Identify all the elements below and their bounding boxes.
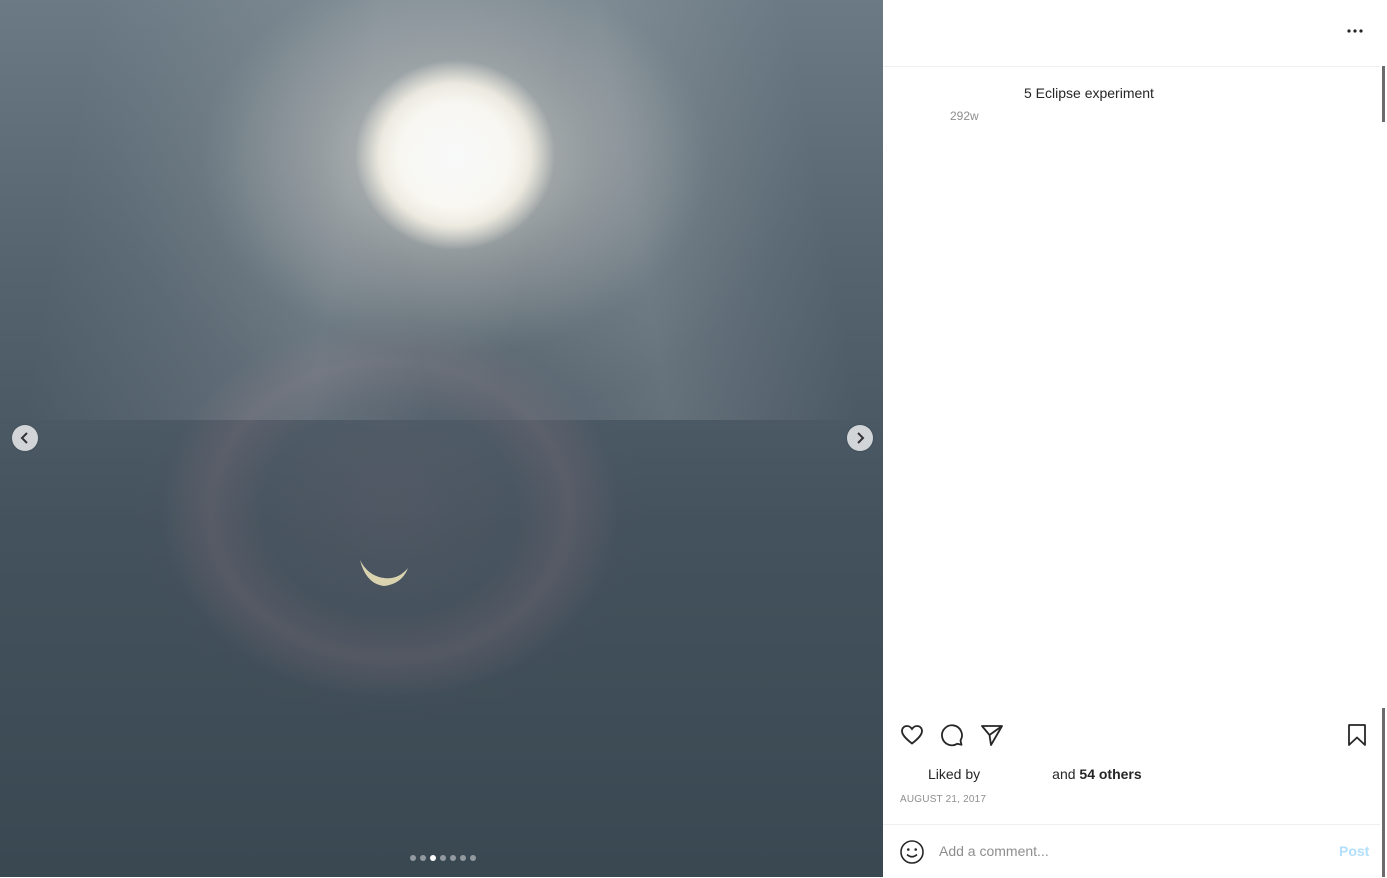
carousel-dot <box>450 855 456 861</box>
heart-icon <box>901 725 923 745</box>
liked-by-label: Liked by <box>928 766 981 782</box>
comment-input[interactable] <box>939 841 1319 861</box>
post-image[interactable] <box>0 0 883 877</box>
carousel-dot <box>440 855 446 861</box>
carousel-dot <box>410 855 416 861</box>
chevron-left-icon <box>20 432 28 444</box>
eclipse-crescent <box>360 560 408 586</box>
chevron-right-icon <box>857 432 865 444</box>
post-comment-button[interactable]: Post <box>1339 843 1369 859</box>
post-date[interactable]: AUGUST 21, 2017 <box>900 794 986 805</box>
scrollbar-thumb[interactable] <box>1382 66 1385 122</box>
comment-button[interactable] <box>938 721 966 749</box>
carousel-indicator <box>410 855 476 861</box>
save-button[interactable] <box>1343 721 1371 749</box>
scrollbar[interactable] <box>1380 0 1387 877</box>
carousel-dot <box>470 855 476 861</box>
smiley-icon[interactable] <box>899 839 925 865</box>
post-header <box>883 0 1380 67</box>
scrollbar-thumb[interactable] <box>1382 708 1385 877</box>
next-slide-button[interactable] <box>847 425 873 451</box>
like-button[interactable] <box>898 721 926 749</box>
carousel-dot <box>460 855 466 861</box>
caption-age[interactable]: 292w <box>950 109 979 123</box>
more-horizontal-icon <box>1347 29 1363 33</box>
lens-flare-streaks <box>0 0 883 420</box>
more-options-button[interactable] <box>1341 20 1369 42</box>
carousel-dot <box>420 855 426 861</box>
previous-slide-button[interactable] <box>12 425 38 451</box>
action-bar <box>883 718 1380 752</box>
likes-summary: Liked by and 54 others <box>928 766 1142 782</box>
bookmark-icon <box>1348 724 1366 746</box>
carousel-dot <box>430 855 436 861</box>
post-details-panel: 5 Eclipse experiment 292w Liked by and 54… <box>883 0 1387 877</box>
liked-others-link[interactable]: 54 others <box>1079 766 1141 782</box>
comment-bar: Post <box>883 824 1380 878</box>
comment-bubble-icon <box>941 724 963 747</box>
share-button[interactable] <box>978 721 1006 749</box>
post-caption: 5 Eclipse experiment <box>1024 85 1154 101</box>
liked-and-label: and <box>1052 766 1076 782</box>
paper-plane-icon <box>981 725 1003 746</box>
